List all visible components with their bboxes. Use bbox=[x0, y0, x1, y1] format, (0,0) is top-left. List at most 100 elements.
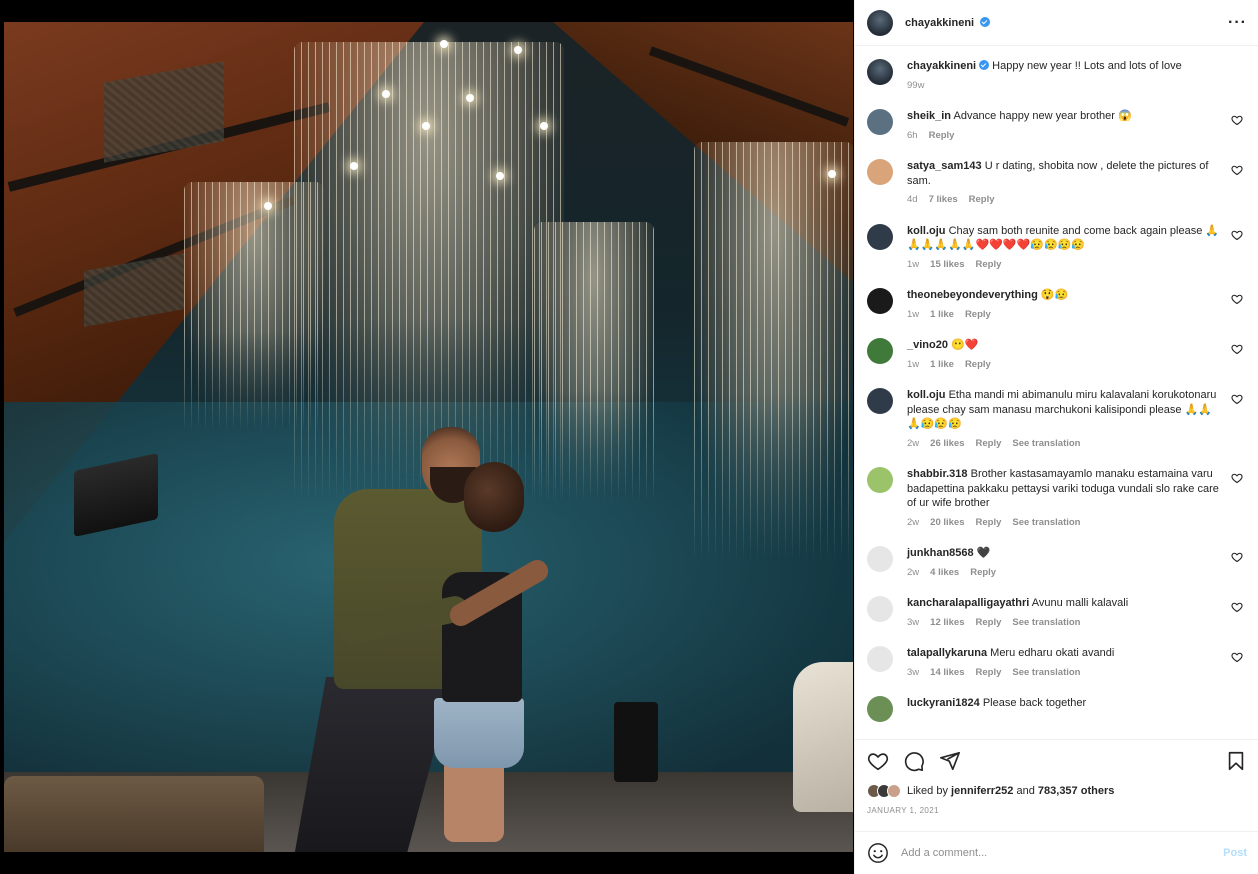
light-point bbox=[514, 46, 522, 54]
comment-username[interactable]: koll.oju bbox=[907, 225, 946, 237]
comment-likes[interactable]: 20 likes bbox=[930, 516, 964, 531]
caption-time[interactable]: 99w bbox=[907, 79, 924, 94]
send-icon[interactable] bbox=[939, 750, 961, 772]
comment-likes[interactable]: 1 like bbox=[930, 308, 954, 323]
see-translation-link[interactable]: See translation bbox=[1012, 516, 1080, 531]
emoji-icon[interactable] bbox=[867, 842, 889, 864]
post-header: chayakkineni ··· bbox=[855, 0, 1258, 46]
reply-button[interactable]: Reply bbox=[976, 616, 1002, 631]
comment-like-heart-icon[interactable] bbox=[1231, 651, 1243, 663]
comment-time[interactable]: 1w bbox=[907, 258, 919, 273]
see-translation-link[interactable]: See translation bbox=[1012, 666, 1080, 681]
comment-username[interactable]: _vino20 bbox=[907, 339, 948, 351]
comment-likes[interactable]: 12 likes bbox=[930, 616, 964, 631]
see-translation-link[interactable]: See translation bbox=[1012, 437, 1080, 452]
comment-username[interactable]: satya_sam143 bbox=[907, 160, 982, 172]
liked-by: Liked by jenniferr252 and 783,357 others bbox=[867, 784, 1247, 798]
comment-time[interactable]: 3w bbox=[907, 666, 919, 681]
comment-input[interactable] bbox=[901, 847, 1224, 859]
comment-body: koll.oju Etha mandi mi abimanulu miru ka… bbox=[907, 388, 1225, 451]
reply-button[interactable]: Reply bbox=[970, 566, 996, 581]
comment-like-heart-icon[interactable] bbox=[1231, 551, 1243, 563]
see-translation-link[interactable]: See translation bbox=[1012, 616, 1080, 631]
comment-like-heart-icon[interactable] bbox=[1231, 164, 1243, 176]
comment-username[interactable]: kancharalapalligayathri bbox=[907, 597, 1029, 609]
action-icons-row bbox=[867, 750, 1247, 772]
liked-by-others[interactable]: 783,357 others bbox=[1038, 785, 1114, 797]
commenter-avatar[interactable] bbox=[867, 159, 893, 185]
comment-likes[interactable]: 7 likes bbox=[929, 193, 958, 208]
caption-username[interactable]: chayakkineni bbox=[907, 60, 976, 72]
comment-username[interactable]: shabbir.318 bbox=[907, 468, 968, 480]
comment-time[interactable]: 1w bbox=[907, 358, 919, 373]
comment-username[interactable]: theonebeyondeverything bbox=[907, 289, 1038, 301]
reply-button[interactable]: Reply bbox=[965, 308, 991, 323]
comment-likes[interactable]: 14 likes bbox=[930, 666, 964, 681]
comment-like-heart-icon[interactable] bbox=[1231, 393, 1243, 405]
commenter-avatar[interactable] bbox=[867, 596, 893, 622]
post-photo[interactable] bbox=[4, 22, 853, 852]
comment-text: 😲😥 bbox=[1040, 289, 1069, 301]
comment-time[interactable]: 3w bbox=[907, 616, 919, 631]
comment-likes[interactable]: 15 likes bbox=[930, 258, 964, 273]
comment-meta: 2w 4 likes Reply bbox=[907, 566, 1225, 581]
comment-body: satya_sam143 U r dating, shobita now , d… bbox=[907, 159, 1225, 208]
author-username[interactable]: chayakkineni bbox=[905, 17, 974, 29]
reply-button[interactable]: Reply bbox=[969, 193, 995, 208]
post-comment-button[interactable]: Post bbox=[1223, 847, 1247, 859]
comment-likes[interactable]: 26 likes bbox=[930, 437, 964, 452]
comment-username[interactable]: sheik_in bbox=[907, 110, 951, 122]
comment-like-heart-icon[interactable] bbox=[1231, 472, 1243, 484]
comment-row: luckyrani1824 Please back together bbox=[867, 696, 1247, 722]
reply-button[interactable]: Reply bbox=[976, 437, 1002, 452]
commenter-avatar[interactable] bbox=[867, 288, 893, 314]
comment-likes[interactable]: 1 like bbox=[930, 358, 954, 373]
liked-by-user[interactable]: jenniferr252 bbox=[951, 785, 1013, 797]
comments-list[interactable]: chayakkineni Happy new year !! Lots and … bbox=[855, 47, 1258, 737]
comment-icon[interactable] bbox=[903, 750, 925, 772]
author-avatar[interactable] bbox=[867, 9, 893, 36]
comment-text: Chay sam both reunite and come back agai… bbox=[907, 224, 1220, 252]
commenter-avatar[interactable] bbox=[867, 388, 893, 414]
comment-like-heart-icon[interactable] bbox=[1231, 293, 1243, 305]
commenter-avatar[interactable] bbox=[867, 467, 893, 493]
commenter-avatar[interactable] bbox=[867, 109, 893, 135]
more-options-icon[interactable]: ··· bbox=[1228, 14, 1247, 32]
comment-like-heart-icon[interactable] bbox=[1231, 229, 1243, 241]
comment-time[interactable]: 1w bbox=[907, 308, 919, 323]
speaker bbox=[614, 702, 658, 782]
commenter-avatar[interactable] bbox=[867, 338, 893, 364]
comment-like-heart-icon[interactable] bbox=[1231, 343, 1243, 355]
post-date[interactable]: JANUARY 1, 2021 bbox=[867, 806, 1247, 815]
comment-time[interactable]: 2w bbox=[907, 437, 919, 452]
caption-avatar[interactable] bbox=[867, 59, 893, 85]
commenter-avatar[interactable] bbox=[867, 646, 893, 672]
post-modal: chayakkineni ··· chayakkineni Happy new … bbox=[0, 0, 1258, 874]
commenter-avatar[interactable] bbox=[867, 223, 893, 250]
comment-like-heart-icon[interactable] bbox=[1231, 114, 1243, 126]
commenter-avatar[interactable] bbox=[867, 546, 893, 572]
reply-button[interactable]: Reply bbox=[976, 258, 1002, 273]
comment-meta: 3w 14 likes Reply See translation bbox=[907, 666, 1225, 681]
comment-username[interactable]: talapallykaruna bbox=[907, 647, 987, 659]
comment-like-heart-icon[interactable] bbox=[1231, 601, 1243, 613]
light-point bbox=[496, 172, 504, 180]
reply-button[interactable]: Reply bbox=[976, 516, 1002, 531]
comment-username[interactable]: luckyrani1824 bbox=[907, 697, 980, 709]
commenter-avatar[interactable] bbox=[867, 696, 893, 722]
comment-likes[interactable]: 4 likes bbox=[930, 566, 959, 581]
comment-time[interactable]: 6h bbox=[907, 129, 918, 144]
liked-by-prefix: Liked by bbox=[907, 785, 948, 797]
add-comment-bar: Post bbox=[855, 831, 1258, 874]
reply-button[interactable]: Reply bbox=[965, 358, 991, 373]
bookmark-icon[interactable] bbox=[1225, 750, 1247, 772]
reply-button[interactable]: Reply bbox=[929, 129, 955, 144]
comment-username[interactable]: junkhan8568 bbox=[907, 547, 974, 559]
heart-icon[interactable] bbox=[867, 750, 889, 772]
comment-username[interactable]: koll.oju bbox=[907, 389, 946, 401]
reply-button[interactable]: Reply bbox=[976, 666, 1002, 681]
comment-time[interactable]: 2w bbox=[907, 566, 919, 581]
comment-meta: 1w 1 like Reply bbox=[907, 308, 1225, 323]
comment-time[interactable]: 4d bbox=[907, 193, 918, 208]
comment-time[interactable]: 2w bbox=[907, 516, 919, 531]
